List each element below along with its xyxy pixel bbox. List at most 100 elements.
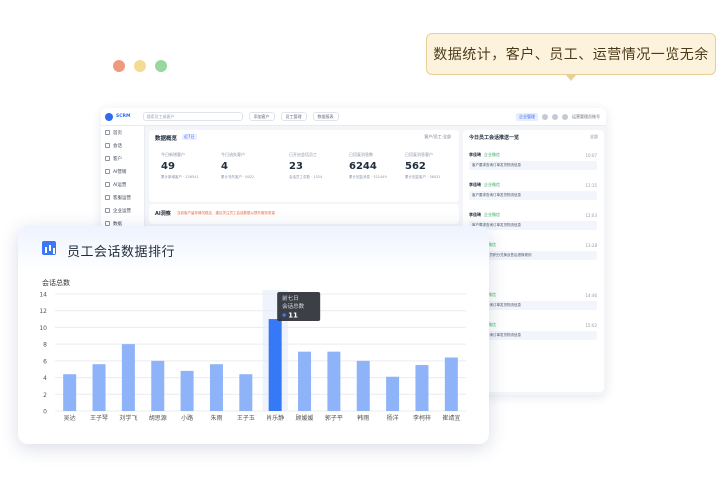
stat-sub: 累计新增客户 · 226541 bbox=[161, 175, 199, 179]
feature-callout: 数据统计，客户、员工、运营情况一览无余 bbox=[426, 33, 716, 75]
staff-manage-button[interactable]: 员工管理 bbox=[280, 112, 307, 121]
message-time: 14:46 bbox=[585, 292, 597, 298]
y-tick-label: 6 bbox=[43, 358, 47, 365]
x-tick-label: 王子玉 bbox=[237, 415, 255, 422]
sidebar-item-chat[interactable]: 会话 bbox=[101, 139, 144, 152]
user-icon bbox=[105, 156, 110, 161]
building-icon bbox=[105, 208, 110, 213]
bar bbox=[209, 364, 223, 411]
bar bbox=[444, 357, 458, 411]
stat-label: 已回复消息数 bbox=[349, 152, 373, 157]
message-sender: 李佳琦 bbox=[469, 212, 481, 217]
tooltip-date: 前七日 bbox=[282, 294, 299, 302]
sidebar-item-customers[interactable]: 客户 bbox=[101, 152, 144, 165]
message-feed-filter[interactable]: 全部 bbox=[590, 134, 598, 140]
staff-session-bar-chart: 0 2 4 6 8 10 12 14 吴达 王子琴 刘学飞 胡思源 小路 朱雨 王子玉 肖乐静 顾媛媛 郭子平 韩雨… bbox=[39, 290, 466, 422]
y-tick-label: 10 bbox=[39, 325, 47, 332]
x-tick-label: 崔靖宜 bbox=[442, 414, 460, 422]
notification-icon[interactable] bbox=[542, 113, 548, 120]
account-name[interactable]: 运营管理员账号 bbox=[572, 114, 600, 120]
sidebar-item-label: 客户 bbox=[113, 156, 122, 162]
callout-pointer bbox=[566, 75, 576, 81]
ai-insight-panel: AI洞察 当前客户留存情况稳定，建议关注员工会话数据以提升服务质量 bbox=[149, 204, 459, 224]
message-item[interactable]: 李佳琦 企业微信 10:07 客户要求查询订单发货物流信息 bbox=[469, 152, 597, 170]
message-sender: 李佳琦 bbox=[469, 152, 481, 157]
bar bbox=[298, 351, 312, 411]
message-channel: 企业微信 bbox=[484, 212, 500, 217]
message-time: 11:15 bbox=[585, 182, 597, 188]
staff-ranking-card: 员工会话数据排行 会话总数 0 2 4 6 8 10 12 14 吴达 王子琴 刘学飞 胡思源 小路 朱雨… bbox=[18, 226, 489, 444]
stat-replied-customers: 已回复消息客户 562 累计回复客户 · 36431 bbox=[405, 152, 465, 180]
x-tick-label: 小路 bbox=[181, 414, 193, 422]
x-tick-label: 韩雨 bbox=[357, 414, 369, 422]
overview-panel: 数据概览 近7日 客户/员工·全部 今日新增客户 49 累计新增客户 · 226… bbox=[149, 130, 459, 202]
x-tick-label: 吴达 bbox=[64, 414, 76, 422]
x-tick-label: 刘学飞 bbox=[119, 414, 137, 422]
logo-icon bbox=[105, 112, 113, 121]
bar bbox=[92, 364, 106, 411]
sidebar-item-service[interactable]: 客服运营 bbox=[101, 191, 144, 204]
sidebar-item-ai-marketing[interactable]: AI营销 bbox=[101, 165, 144, 178]
top-bar-right: 企业管理 运营管理员账号 bbox=[516, 112, 606, 121]
x-tick-label: 胡思源 bbox=[149, 414, 167, 422]
stat-active-staff: 已开启会话员工 23 会话员工总数 · 1524 bbox=[289, 152, 349, 180]
stat-sub: 累计回复客户 · 36431 bbox=[405, 175, 441, 179]
x-tick-label: 杨洋 bbox=[387, 414, 399, 422]
x-tick-label: 朱雨 bbox=[210, 414, 222, 422]
y-tick-label: 8 bbox=[43, 342, 47, 349]
search-input[interactable]: 搜索员工或客户 bbox=[142, 112, 243, 121]
message-channel: 企业微信 bbox=[484, 152, 500, 157]
overview-filter[interactable]: 客户/员工·全部 bbox=[424, 134, 451, 140]
megaphone-icon bbox=[105, 169, 110, 174]
ai-insight-text: 当前客户留存情况稳定，建议关注员工会话数据以提升服务质量 bbox=[177, 211, 275, 215]
y-tick-label: 4 bbox=[43, 375, 47, 382]
sidebar-item-label: 企业运营 bbox=[113, 208, 131, 214]
settings-icon[interactable] bbox=[552, 113, 558, 120]
tooltip-value: 11 bbox=[288, 312, 298, 320]
stat-value: 23 bbox=[289, 161, 303, 172]
message-channel: 企业微信 bbox=[484, 182, 500, 187]
minimize-dot[interactable] bbox=[134, 60, 146, 72]
bar bbox=[356, 360, 370, 411]
stat-lost-customers: 今日流失客户 4 累计流失客户 · 6022 bbox=[221, 152, 281, 180]
tooltip-label: 会话总数 bbox=[282, 302, 305, 310]
stat-label: 今日流失客户 bbox=[221, 152, 245, 157]
stat-value: 49 bbox=[161, 161, 175, 172]
x-tick-label: 王子琴 bbox=[90, 415, 108, 422]
message-body: 客户要求查询订单发货物流信息 bbox=[469, 161, 597, 170]
stat-sub: 会话员工总数 · 1524 bbox=[289, 175, 323, 179]
message-item[interactable]: 李佳琦 企业微信 11:15 客户要求查询订单发货物流信息 bbox=[469, 182, 597, 200]
enterprise-chip[interactable]: 企业管理 bbox=[516, 112, 538, 121]
close-dot[interactable] bbox=[113, 60, 125, 72]
help-icon[interactable] bbox=[562, 113, 568, 120]
bar bbox=[327, 351, 341, 411]
add-customer-button[interactable]: 添加客户 bbox=[248, 112, 275, 121]
period-tag[interactable]: 近7日 bbox=[182, 134, 197, 140]
message-sender: 李佳琦 bbox=[469, 182, 481, 187]
y-tick-label: 0 bbox=[43, 409, 47, 416]
x-tick-label: 顾媛媛 bbox=[296, 414, 314, 422]
stat-label: 已回复消息客户 bbox=[405, 152, 433, 157]
sidebar-item-ai-ops[interactable]: AI运营 bbox=[101, 178, 144, 191]
sidebar-item-home[interactable]: 首页 bbox=[101, 126, 144, 139]
sidebar-item-enterprise[interactable]: 企业运营 bbox=[101, 204, 144, 217]
sidebar-item-label: 首页 bbox=[113, 130, 122, 136]
top-bar: SCRM 搜索员工或客户 添加客户 员工管理 数据报表 企业管理 运营管理员账号 bbox=[101, 108, 606, 126]
bar bbox=[268, 319, 282, 411]
maximize-dot[interactable] bbox=[155, 60, 167, 72]
bar bbox=[121, 344, 135, 411]
chat-icon bbox=[105, 143, 110, 148]
message-feed-title: 今日员工会话推送一览 bbox=[469, 135, 520, 141]
message-body: 客户要求查询订单发货物流信息 bbox=[469, 191, 597, 200]
overview-title: 数据概览 bbox=[155, 136, 178, 142]
y-tick-label: 2 bbox=[43, 392, 47, 399]
x-tick-label: 李柯梓 bbox=[413, 414, 431, 422]
sidebar-item-label: AI运营 bbox=[113, 182, 127, 188]
y-tick-label: 12 bbox=[39, 308, 47, 315]
stat-replied-messages: 已回复消息数 6244 累计回复消息 · 521449 bbox=[349, 152, 409, 180]
sidebar-item-label: AI营销 bbox=[113, 169, 127, 175]
report-button[interactable]: 数据报表 bbox=[312, 112, 339, 121]
y-tick-label: 14 bbox=[39, 292, 47, 299]
ai-insight-title: AI洞察 bbox=[155, 211, 171, 217]
robot-icon bbox=[105, 182, 110, 187]
